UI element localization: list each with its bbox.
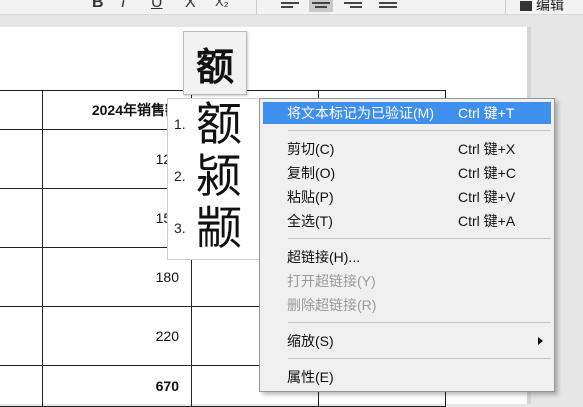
candidate-number: 2. — [174, 168, 186, 184]
menu-separator — [288, 238, 551, 239]
menu-item-properties[interactable]: 属性(E) — [263, 366, 551, 388]
ime-candidate-list: 1. 额 2. 颍 3. 颛 — [167, 98, 261, 260]
table-cell[interactable] — [0, 188, 43, 248]
menu-item-shortcut: Ctrl 键+X — [458, 141, 516, 157]
table-cell[interactable] — [0, 247, 43, 307]
subscript-button[interactable]: X₂ — [215, 0, 229, 9]
menu-separator — [288, 358, 551, 359]
menu-item-paste[interactable]: 粘贴(P) Ctrl 键+V — [263, 186, 551, 208]
bold-button[interactable]: B — [92, 0, 104, 12]
table-cell[interactable] — [0, 306, 43, 366]
menu-item-label: 删除超链接(R) — [287, 297, 377, 313]
menu-item-hyperlink[interactable]: 超链接(H)... — [263, 246, 551, 268]
table-cell[interactable] — [0, 365, 43, 407]
strikethrough-button[interactable]: X — [185, 0, 196, 12]
menu-item-shortcut: Ctrl 键+V — [458, 189, 516, 205]
menu-item-cut[interactable]: 剪切(C) Ctrl 键+X — [263, 138, 551, 160]
menu-item-label: 全选(T) — [287, 213, 333, 229]
candidate-number: 1. — [174, 116, 186, 132]
menu-item-label: 粘贴(P) — [287, 189, 334, 205]
ribbon-divider — [256, 0, 257, 14]
menu-item-remove-hyperlink: 删除超链接(R) — [263, 294, 551, 316]
menu-item-label: 将文本标记为已验证(M) — [287, 105, 434, 121]
menu-item-select-all[interactable]: 全选(T) Ctrl 键+A — [263, 210, 551, 232]
italic-button[interactable]: I — [121, 0, 125, 12]
menu-item-shortcut: Ctrl 键+A — [458, 213, 516, 229]
underline-button[interactable]: U — [151, 0, 163, 12]
ime-preview-box: 额 — [183, 31, 247, 95]
candidate-char: 额 — [196, 97, 242, 151]
submenu-arrow-icon — [538, 337, 543, 345]
menu-item-copy[interactable]: 复制(O) Ctrl 键+C — [263, 162, 551, 184]
align-center-button[interactable] — [309, 0, 333, 12]
candidate-number: 3. — [174, 220, 186, 236]
menu-item-label: 剪切(C) — [287, 141, 335, 157]
menu-item-label: 打开超链接(Y) — [287, 273, 376, 289]
menu-separator — [288, 130, 551, 131]
menu-item-label: 属性(E) — [287, 369, 334, 385]
table-cell[interactable] — [0, 90, 43, 130]
ime-preview-char: 额 — [195, 43, 234, 89]
menu-item-open-hyperlink: 打开超链接(Y) — [263, 270, 551, 292]
menu-item-zoom[interactable]: 缩放(S) — [263, 330, 551, 352]
ime-candidate[interactable]: 1. 额 — [174, 99, 242, 149]
menu-item-mark-verified[interactable]: 将文本标记为已验证(M) Ctrl 键+T — [263, 102, 551, 124]
menu-item-label: 缩放(S) — [287, 333, 334, 349]
menu-item-shortcut: Ctrl 键+C — [458, 165, 516, 181]
menu-item-label: 复制(O) — [287, 165, 336, 181]
edit-icon — [520, 1, 532, 12]
table-cell[interactable]: 670 — [42, 365, 192, 407]
table-cell[interactable] — [0, 129, 43, 189]
edit-label: 编辑 — [536, 0, 564, 13]
menu-item-shortcut: Ctrl 键+T — [458, 105, 515, 121]
context-menu: 将文本标记为已验证(M) Ctrl 键+T 剪切(C) Ctrl 键+X 复制(… — [259, 98, 555, 392]
candidate-char: 颍 — [196, 149, 242, 203]
table-cell[interactable]: 220 — [42, 306, 192, 366]
menu-separator — [288, 322, 551, 323]
ribbon-divider — [505, 0, 506, 14]
ime-candidate[interactable]: 3. 颛 — [174, 203, 242, 253]
align-left-button[interactable] — [278, 0, 302, 12]
formatting-ribbon: B I U X X₂ 编辑 — [0, 0, 583, 15]
edit-button[interactable]: 编辑 — [520, 0, 564, 14]
align-right-button[interactable] — [341, 0, 365, 12]
menu-item-label: 超链接(H)... — [287, 249, 361, 265]
candidate-char: 颛 — [196, 201, 242, 255]
justify-button[interactable] — [376, 0, 400, 12]
ime-candidate[interactable]: 2. 颍 — [174, 151, 242, 201]
